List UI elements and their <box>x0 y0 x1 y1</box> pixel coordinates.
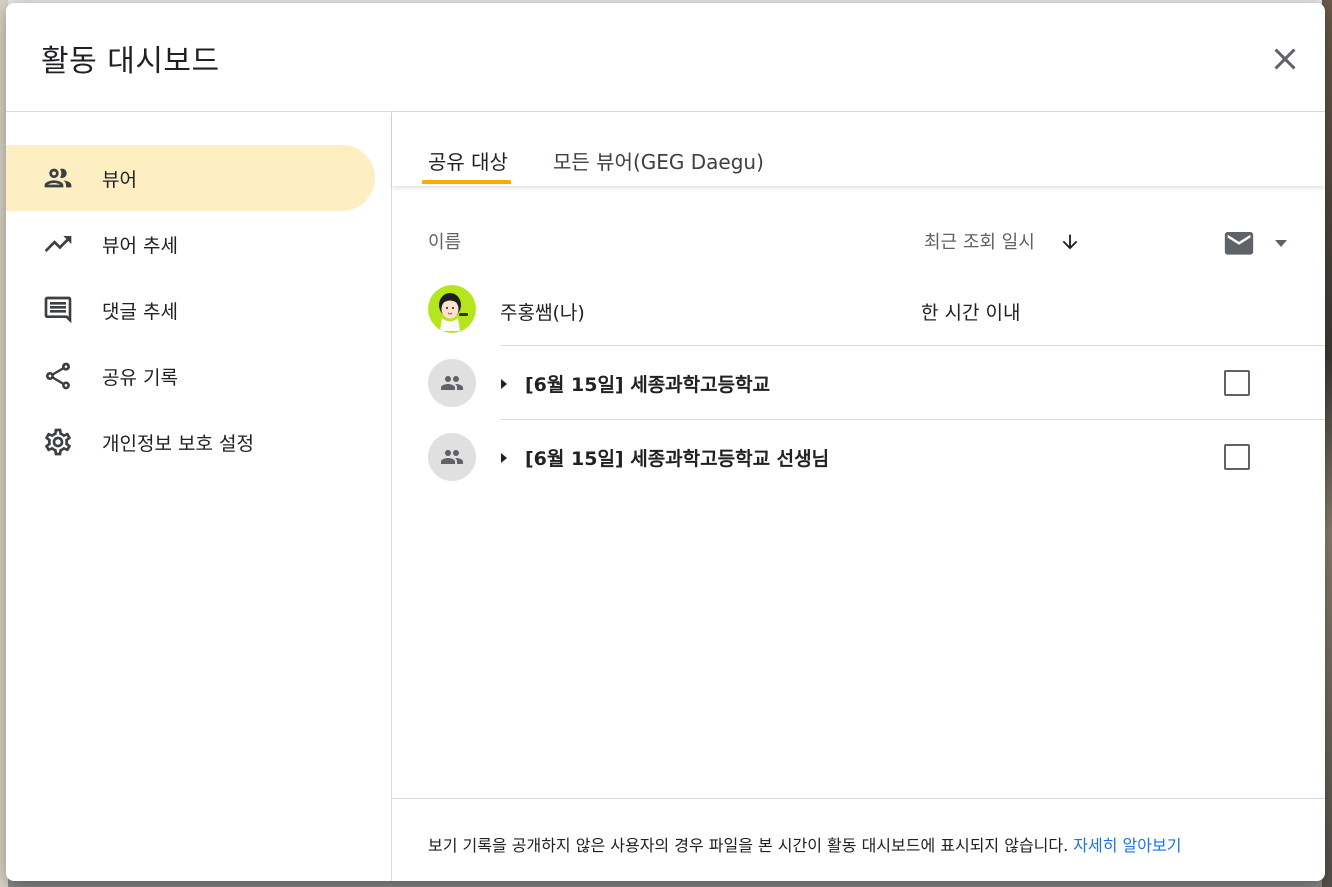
tab-shared-with[interactable]: 공유 대상 <box>428 146 508 175</box>
tab-bar: 공유 대상 모든 뷰어(GEG Daegu) <box>392 112 1325 186</box>
sidebar-item-viewer-trend[interactable]: 뷰어 추세 <box>6 211 375 277</box>
footer-notice: 보기 기록을 공개하지 않은 사용자의 경우 파일을 본 시간이 활동 대시보드… <box>428 832 1181 856</box>
group-icon <box>428 433 476 481</box>
sidebar-item-share-history[interactable]: 공유 기록 <box>6 343 375 409</box>
mail-icon[interactable] <box>1222 229 1256 259</box>
column-header-last-viewed[interactable]: 최근 조회 일시 <box>924 228 1035 254</box>
activity-dashboard-dialog: 활동 대시보드 뷰어 뷰어 추세 댓글 추세 공유 기록 개인정보 보호 설정 … <box>6 3 1325 881</box>
main-panel: 공유 대상 모든 뷰어(GEG Daegu) 이름 최근 조회 일시 주홍쌤(나… <box>392 112 1325 881</box>
dialog-footer: 보기 기록을 공개하지 않은 사용자의 경우 파일을 본 시간이 활동 대시보드… <box>392 798 1325 881</box>
sidebar: 뷰어 뷰어 추세 댓글 추세 공유 기록 개인정보 보호 설정 <box>6 112 392 881</box>
row-divider <box>500 419 1325 420</box>
viewer-last-viewed: 한 시간 이내 <box>921 302 1021 324</box>
dialog-title: 활동 대시보드 <box>41 44 220 79</box>
trending-up-icon <box>44 236 72 252</box>
people-icon <box>44 168 72 188</box>
expand-arrow-icon[interactable] <box>497 451 511 465</box>
viewer-name: 주홍쌤(나) <box>500 302 585 324</box>
caret-down-icon[interactable] <box>1272 236 1290 250</box>
gear-icon <box>45 428 71 456</box>
active-tab-indicator <box>422 180 511 184</box>
sidebar-item-comment-trend[interactable]: 댓글 추세 <box>6 277 375 343</box>
column-header-name: 이름 <box>428 232 462 253</box>
dialog-header: 활동 대시보드 <box>6 3 1325 112</box>
learn-more-link[interactable]: 자세히 알아보기 <box>1073 836 1181 855</box>
sidebar-item-viewers[interactable]: 뷰어 <box>6 145 375 211</box>
group-icon <box>428 359 476 407</box>
sidebar-item-label: 댓글 추세 <box>102 301 178 323</box>
group-name: [6월 15일] 세종과학고등학교 <box>525 374 771 396</box>
footer-notice-text: 보기 기록을 공개하지 않은 사용자의 경우 파일을 본 시간이 활동 대시보드… <box>428 836 1074 855</box>
sidebar-item-label: 개인정보 보호 설정 <box>102 433 254 455</box>
expand-arrow-icon[interactable] <box>497 377 511 391</box>
group-name: [6월 15일] 세종과학고등학교 선생님 <box>525 448 830 470</box>
sidebar-item-label: 공유 기록 <box>102 367 178 389</box>
sidebar-item-privacy-settings[interactable]: 개인정보 보호 설정 <box>6 409 375 475</box>
comment-icon <box>44 296 72 324</box>
sidebar-item-label: 뷰어 추세 <box>102 235 178 257</box>
avatar <box>428 285 476 333</box>
group-checkbox[interactable] <box>1224 370 1250 396</box>
arrow-down-icon[interactable] <box>1059 231 1081 253</box>
row-divider <box>500 345 1325 346</box>
tab-all-viewers[interactable]: 모든 뷰어(GEG Daegu) <box>553 146 764 175</box>
close-icon[interactable] <box>1267 41 1303 77</box>
group-checkbox[interactable] <box>1224 444 1250 470</box>
share-icon <box>46 362 70 390</box>
sidebar-item-label: 뷰어 <box>102 169 137 191</box>
